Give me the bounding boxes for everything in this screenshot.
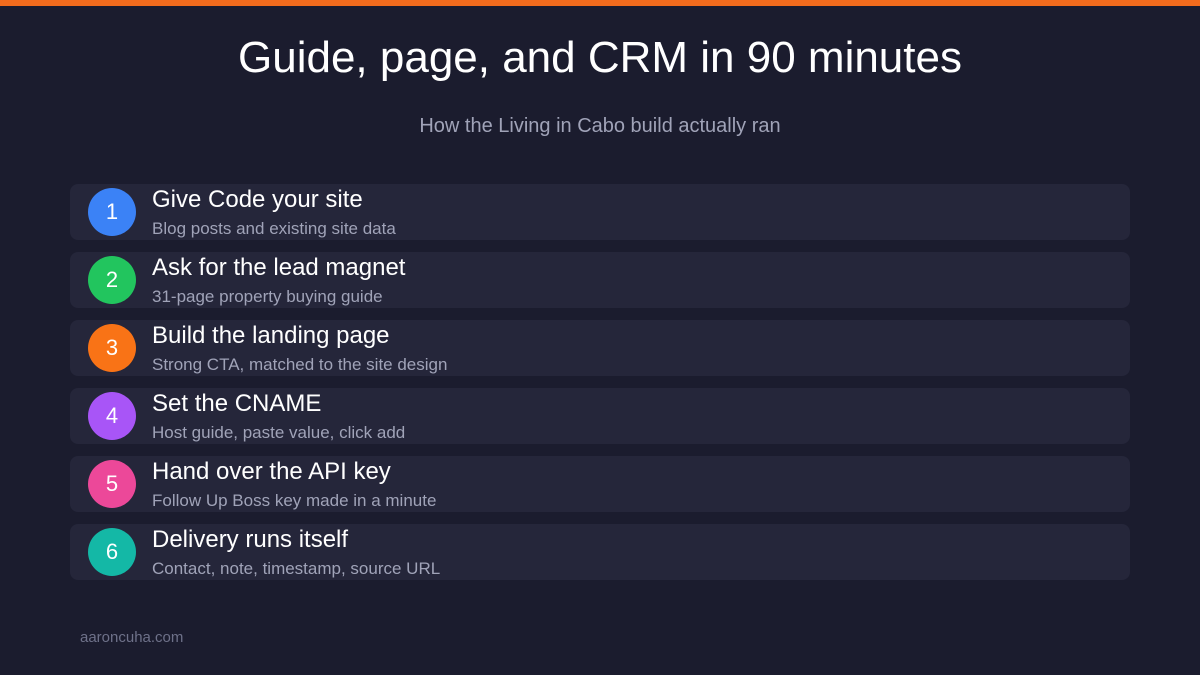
step-2: 2 Ask for the lead magnet 31-page proper… (70, 252, 1130, 308)
footer-site-url: aaroncuha.com (80, 629, 184, 646)
step-title: Build the landing page (152, 322, 390, 349)
step-4: 4 Set the CNAME Host guide, paste value,… (70, 388, 1130, 444)
step-description: 31-page property buying guide (152, 287, 383, 306)
step-title: Set the CNAME (152, 390, 322, 417)
step-number-badge: 1 (88, 188, 136, 236)
step-number-badge: 3 (88, 324, 136, 372)
step-title: Give Code your site (152, 186, 363, 213)
step-number-badge: 2 (88, 256, 136, 304)
step-number-badge: 6 (88, 528, 136, 576)
step-description: Follow Up Boss key made in a minute (152, 491, 437, 510)
page-title: Guide, page, and CRM in 90 minutes (238, 33, 962, 82)
step-description: Host guide, paste value, click add (152, 423, 406, 442)
step-5: 5 Hand over the API key Follow Up Boss k… (70, 456, 1130, 512)
step-description: Blog posts and existing site data (152, 219, 396, 238)
page-subtitle: How the Living in Cabo build actually ra… (419, 115, 781, 137)
step-1: 1 Give Code your site Blog posts and exi… (70, 184, 1130, 240)
step-description: Contact, note, timestamp, source URL (152, 559, 441, 578)
step-description: Strong CTA, matched to the site design (152, 355, 448, 374)
step-number-badge: 4 (88, 392, 136, 440)
step-title: Delivery runs itself (152, 526, 349, 553)
steps-list: 1 Give Code your site Blog posts and exi… (70, 184, 1130, 592)
step-title: Ask for the lead magnet (152, 254, 406, 281)
step-3: 3 Build the landing page Strong CTA, mat… (70, 320, 1130, 376)
step-6: 6 Delivery runs itself Contact, note, ti… (70, 524, 1130, 580)
step-number-badge: 5 (88, 460, 136, 508)
top-accent-bar (0, 0, 1200, 6)
step-title: Hand over the API key (152, 458, 391, 485)
